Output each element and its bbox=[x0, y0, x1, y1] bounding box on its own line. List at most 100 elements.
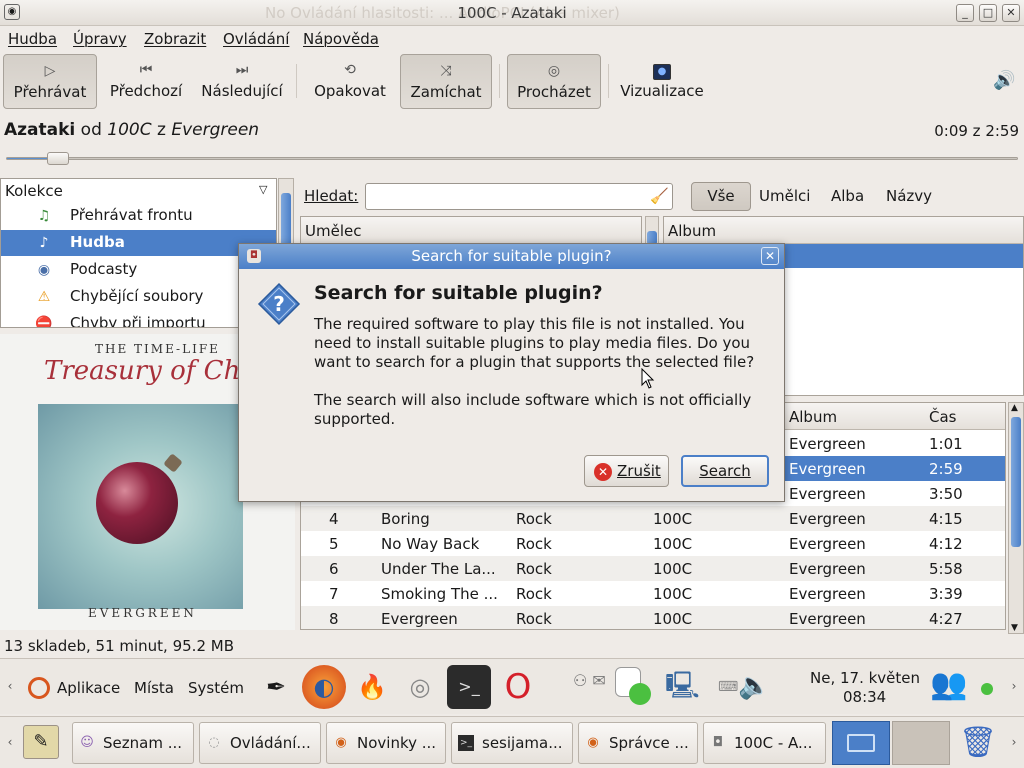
panel-scroll-right-icon[interactable]: › bbox=[1006, 679, 1022, 693]
places-menu[interactable]: Místa bbox=[134, 679, 174, 697]
taskbar-item[interactable]: ◌ Ovládání... bbox=[199, 722, 321, 764]
seek-slider[interactable] bbox=[6, 152, 1018, 165]
taskbar-item[interactable]: ◉ Novinky ... bbox=[326, 722, 446, 764]
maximize-icon[interactable]: □ bbox=[979, 4, 997, 22]
table-row[interactable]: 5 No Way Back Rock 100C Evergreen 4:12 bbox=[301, 531, 1005, 556]
source-list-header[interactable]: Kolekce bbox=[5, 182, 63, 200]
album-art-picture bbox=[38, 404, 243, 609]
filter-artists-button[interactable]: Umělci bbox=[759, 187, 810, 205]
table-row[interactable]: 8 Evergreen Rock 100C Evergreen 4:27 bbox=[301, 606, 1005, 629]
dialog-note: The search will also include software wh… bbox=[314, 391, 752, 428]
ornament-ball bbox=[96, 462, 178, 544]
visualize-button[interactable]: ● Vizualizace bbox=[614, 54, 710, 109]
warning-icon: ⚠ bbox=[37, 289, 51, 305]
menu-hudba[interactable]: Hudba bbox=[8, 30, 57, 48]
menu-napoveda[interactable]: Nápověda bbox=[303, 30, 379, 48]
applications-menu[interactable]: Aplikace bbox=[57, 679, 120, 697]
previous-button[interactable]: ⏮ Předchozí bbox=[103, 54, 189, 109]
source-item-import-errors[interactable]: ⛔ Chyby při importu bbox=[1, 311, 276, 327]
album-art-top-text: THE TIME-LIFE bbox=[95, 342, 220, 356]
tray-icons: ⚇ ✉ bbox=[573, 671, 606, 690]
browse-button[interactable]: ◎ Procházet bbox=[507, 54, 601, 109]
chevron-down-icon[interactable]: ▽ bbox=[259, 183, 267, 196]
search-button[interactable]: Search bbox=[681, 455, 769, 487]
taskbar-item[interactable]: ◘ 100C - A... bbox=[703, 722, 826, 764]
taskbar-item[interactable]: ☺ Seznam ... bbox=[72, 722, 194, 764]
window-titlebar[interactable]: ◉ No Ovládání hlasitosti: ... AudioPCI (… bbox=[0, 0, 1024, 26]
panel-scroll-left-icon[interactable]: ‹ bbox=[2, 679, 18, 693]
scroll-up-icon[interactable]: ▲ bbox=[1011, 403, 1018, 413]
scroll-down-icon[interactable]: ▼ bbox=[1011, 623, 1018, 633]
search-input[interactable] bbox=[365, 183, 673, 210]
sound-juicer-icon[interactable]: ◎ bbox=[398, 665, 442, 709]
table-row[interactable]: 6 Under The La... Rock 100C Evergreen 5:… bbox=[301, 556, 1005, 581]
system-menu[interactable]: Systém bbox=[188, 679, 244, 697]
artist-name: 100C bbox=[107, 120, 152, 140]
workspace-1[interactable] bbox=[832, 721, 890, 765]
window-thumbnail-icon bbox=[847, 734, 875, 752]
terminal-icon: >_ bbox=[458, 735, 474, 751]
filter-all-button[interactable]: Vše bbox=[691, 182, 751, 211]
source-item-missing-files[interactable]: ⚠ Chybějící soubory bbox=[1, 284, 276, 310]
repeat-button[interactable]: ⟲ Opakovat bbox=[306, 54, 394, 109]
menu-ovladani[interactable]: Ovládání bbox=[223, 30, 289, 48]
dialog-titlebar[interactable]: ◘ Search for suitable plugin? ✕ bbox=[239, 244, 784, 269]
firefox-icon: ◉ bbox=[587, 735, 599, 750]
source-item-podcasts[interactable]: ◉ Podcasty bbox=[1, 257, 276, 283]
menu-zobrazit[interactable]: Zobrazit bbox=[144, 30, 206, 48]
next-button[interactable]: ⏭ Následující bbox=[197, 54, 287, 109]
ubuntu-logo-icon bbox=[28, 677, 50, 699]
elapsed-time: 0:09 z 2:59 bbox=[934, 122, 1019, 140]
filter-albums-button[interactable]: Alba bbox=[831, 187, 864, 205]
now-playing-title: Azataki od 100C z Evergreen bbox=[4, 120, 259, 140]
artist-column-header[interactable]: Umělec bbox=[301, 217, 641, 244]
volume-icon[interactable]: 🔈 bbox=[738, 671, 770, 701]
track-list-scrollbar[interactable]: ▲ ▼ bbox=[1008, 402, 1024, 634]
menu-upravy[interactable]: Úpravy bbox=[73, 30, 127, 48]
source-item-queue[interactable]: ♫ Přehrávat frontu bbox=[1, 203, 276, 229]
trash-icon[interactable]: 🗑 bbox=[958, 723, 998, 763]
show-desktop-icon[interactable]: ✎ bbox=[23, 725, 59, 759]
source-item-music[interactable]: ♪ Hudba bbox=[1, 230, 276, 256]
filter-titles-button[interactable]: Názvy bbox=[886, 187, 932, 205]
dialog-heading: Search for suitable plugin? bbox=[314, 282, 603, 304]
column-album[interactable]: Album bbox=[789, 408, 837, 426]
seek-handle[interactable] bbox=[46, 152, 69, 165]
question-icon: ? bbox=[257, 282, 301, 326]
brasero-icon[interactable]: 🔥 bbox=[350, 665, 394, 709]
play-button[interactable]: ▷ Přehrávat bbox=[3, 54, 97, 109]
terminal-icon[interactable]: >_ bbox=[447, 665, 491, 709]
clock-date[interactable]: Ne, 17. květen bbox=[810, 669, 920, 687]
network-manager-icon[interactable]: 🖳 bbox=[665, 667, 700, 711]
toolbar: ▷ Přehrávat ⏮ Předchozí ⏭ Následující ⟲ … bbox=[0, 52, 1024, 112]
volume-icon[interactable]: 🔊 bbox=[993, 70, 1015, 91]
firefox-icon[interactable]: ◐ bbox=[302, 665, 346, 709]
taskbar-item[interactable]: ◉ Správce ... bbox=[578, 722, 698, 764]
clear-search-icon[interactable]: 🧹 bbox=[650, 187, 669, 205]
workspace-2[interactable] bbox=[892, 721, 950, 765]
bottom-panel: ‹ ✎ ☺ Seznam ... ◌ Ovládání... ◉ Novinky… bbox=[0, 716, 1024, 768]
dialog-message: The required software to play this file … bbox=[314, 315, 755, 371]
inkscape-icon[interactable]: ✒ bbox=[254, 665, 298, 709]
cancel-button[interactable]: ✕ Zrušit bbox=[584, 455, 669, 487]
taskbar-scroll-right-icon[interactable]: › bbox=[1006, 735, 1022, 749]
play-icon: ▷ bbox=[44, 63, 56, 79]
dialog-menu-icon[interactable]: ◘ bbox=[247, 249, 261, 263]
table-row[interactable]: 4 Boring Rock 100C Evergreen 4:15 bbox=[301, 506, 1005, 531]
table-row[interactable]: 7 Smoking The ... Rock 100C Evergreen 3:… bbox=[301, 581, 1005, 606]
taskbar-item[interactable]: >_ sesijama... bbox=[451, 722, 573, 764]
minimize-icon[interactable]: _ bbox=[956, 4, 974, 22]
scrollbar-thumb[interactable] bbox=[1011, 417, 1021, 547]
user-status-icon[interactable]: 👥 bbox=[930, 667, 967, 702]
cancel-icon: ✕ bbox=[594, 463, 612, 481]
opera-icon[interactable]: O bbox=[496, 665, 540, 709]
close-icon[interactable]: ✕ bbox=[1002, 4, 1020, 22]
close-icon[interactable]: ✕ bbox=[761, 247, 779, 265]
album-column-header[interactable]: Album bbox=[664, 217, 1023, 244]
clock-time[interactable]: 08:34 bbox=[843, 688, 886, 706]
taskbar-scroll-left-icon[interactable]: ‹ bbox=[2, 735, 18, 749]
network-status-icon[interactable] bbox=[615, 667, 659, 707]
column-time[interactable]: Čas bbox=[929, 408, 956, 426]
shuffle-button[interactable]: ⤨ Zamíchat bbox=[400, 54, 492, 109]
top-panel: ‹ Aplikace Místa Systém ✒ ◐ 🔥 ◎ >_ O ⚇ ✉… bbox=[0, 658, 1024, 714]
